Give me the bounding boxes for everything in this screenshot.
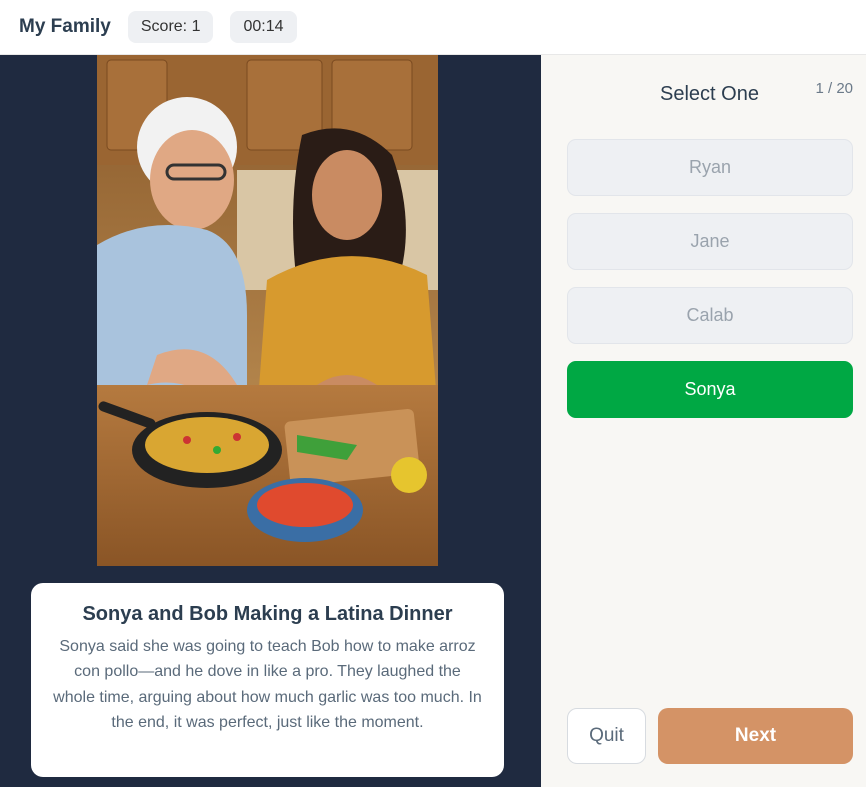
- option-ryan[interactable]: Ryan: [567, 139, 853, 196]
- cooking-photo-illustration: [97, 55, 438, 566]
- option-calab[interactable]: Calab: [567, 287, 853, 344]
- option-sonya[interactable]: Sonya: [567, 361, 853, 418]
- family-photo: [97, 55, 438, 566]
- score-badge: Score: 1: [127, 11, 214, 43]
- caption-title: Sonya and Bob Making a Latina Dinner: [82, 603, 453, 625]
- app-title: My Family: [19, 16, 111, 37]
- caption-body: Sonya said she was going to teach Bob ho…: [53, 638, 482, 731]
- quit-button[interactable]: Quit: [567, 708, 646, 764]
- top-bar: My Family Score: 1 00:14: [0, 0, 866, 55]
- photo-panel: Sonya and Bob Making a Latina Dinner Son…: [0, 55, 541, 787]
- timer-badge: 00:14: [230, 11, 297, 43]
- quiz-panel: Select One 1 / 20 Ryan Jane Calab Sonya …: [541, 55, 866, 787]
- question-counter: 1 / 20: [815, 80, 853, 97]
- caption-card: Sonya and Bob Making a Latina Dinner Son…: [31, 583, 504, 777]
- option-jane[interactable]: Jane: [567, 213, 853, 270]
- next-button[interactable]: Next: [658, 708, 853, 764]
